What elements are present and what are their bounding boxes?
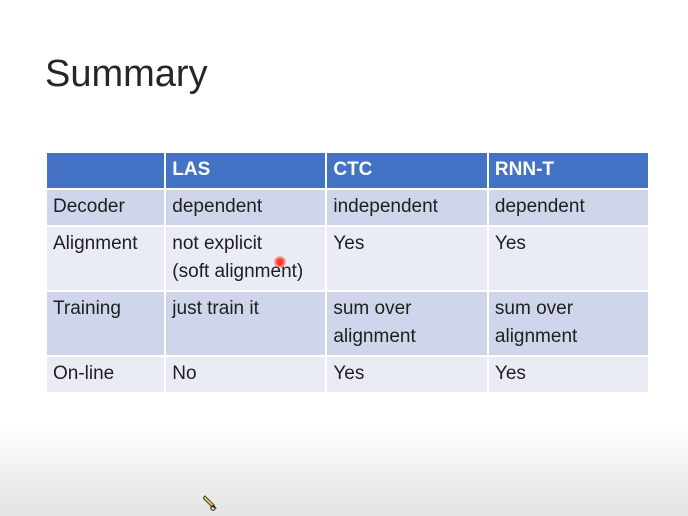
- summary-table: LAS CTC RNN-T Decoder dependent independ…: [44, 151, 651, 394]
- table-header-row: LAS CTC RNN-T: [44, 151, 651, 190]
- table-cell: dependent: [486, 188, 651, 227]
- header-cell-ctc: CTC: [325, 151, 489, 190]
- table-cell: Yes: [325, 225, 489, 292]
- table-cell: No: [164, 355, 328, 394]
- table-cell: Yes: [325, 355, 489, 394]
- table-cell: independent: [325, 188, 489, 227]
- row-label: Training: [44, 290, 167, 357]
- table-cell: dependent: [164, 188, 328, 227]
- table-cell: just train it: [164, 290, 328, 357]
- table-cell: Yes: [486, 355, 651, 394]
- row-label: Decoder: [44, 188, 167, 227]
- row-label: On-line: [44, 355, 167, 394]
- table-row-training: Training just train it sum over alignmen…: [44, 290, 651, 357]
- table-cell: sum over alignment: [486, 290, 651, 357]
- table-row-decoder: Decoder dependent independent dependent: [44, 188, 651, 227]
- table-cell: not explicit (soft alignment): [164, 225, 328, 292]
- row-label: Alignment: [44, 225, 167, 292]
- table-row-online: On-line No Yes Yes: [44, 355, 651, 394]
- slide: Summary LAS CTC RNN-T Decoder dependent …: [0, 0, 688, 516]
- header-cell-corner: [44, 151, 167, 190]
- pen-cursor-icon: [202, 494, 219, 512]
- table-cell: Yes: [486, 225, 651, 292]
- header-cell-las: LAS: [164, 151, 328, 190]
- table-cell: sum over alignment: [325, 290, 489, 357]
- table-row-alignment: Alignment not explicit (soft alignment) …: [44, 225, 651, 292]
- slide-title: Summary: [45, 53, 208, 95]
- header-cell-rnn-t: RNN-T: [486, 151, 651, 190]
- laser-pointer-icon: [274, 256, 286, 268]
